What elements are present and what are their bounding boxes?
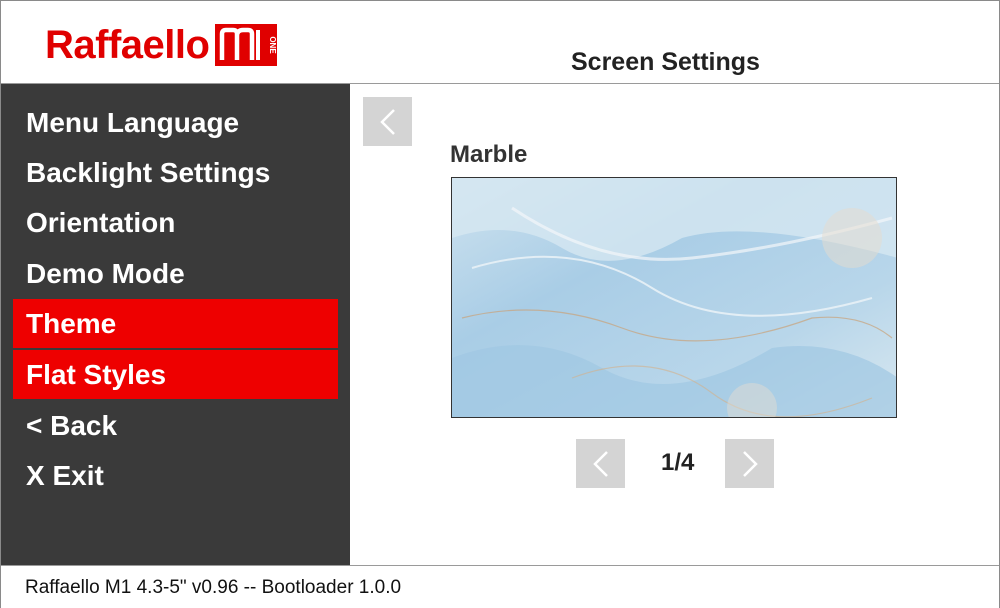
header: Raffaello ONE Screen Settings: [1, 1, 999, 84]
next-theme-button[interactable]: [725, 439, 774, 488]
menu-item-exit[interactable]: X Exit: [13, 451, 338, 500]
menu-item-demo-mode[interactable]: Demo Mode: [13, 249, 338, 298]
page-indicator: 1/4: [661, 449, 695, 476]
chevron-right-icon: [742, 450, 758, 477]
menu-item-orientation[interactable]: Orientation: [13, 198, 338, 247]
chevron-left-icon: [592, 450, 608, 477]
page-title: Screen Settings: [571, 48, 760, 76]
back-button[interactable]: [363, 97, 412, 146]
previous-theme-button[interactable]: [576, 439, 625, 488]
menu-item-backlight-settings[interactable]: Backlight Settings: [13, 148, 338, 197]
theme-preview-image: [451, 177, 897, 418]
sidebar-menu: Menu Language Backlight Settings Orienta…: [1, 84, 350, 565]
marble-preview-image: [452, 178, 896, 417]
logo-text: Raffaello: [45, 23, 210, 67]
m1-one-logo-icon: ONE: [215, 24, 278, 66]
menu-item-menu-language[interactable]: Menu Language: [13, 98, 338, 147]
svg-text:ONE: ONE: [268, 36, 277, 54]
status-footer: Raffaello M1 4.3-5" v0.96 -- Bootloader …: [1, 565, 999, 608]
chevron-left-icon: [379, 108, 395, 135]
brand-logo: Raffaello ONE: [45, 23, 278, 67]
menu-item-theme[interactable]: Theme: [13, 299, 338, 348]
theme-preview-panel: Marble 1/4: [350, 84, 999, 565]
version-info: Raffaello M1 4.3-5" v0.96 -- Bootloader …: [25, 577, 402, 598]
theme-name: Marble: [450, 141, 528, 168]
menu-item-flat-styles[interactable]: Flat Styles: [13, 350, 338, 399]
menu-item-back[interactable]: < Back: [13, 401, 338, 450]
